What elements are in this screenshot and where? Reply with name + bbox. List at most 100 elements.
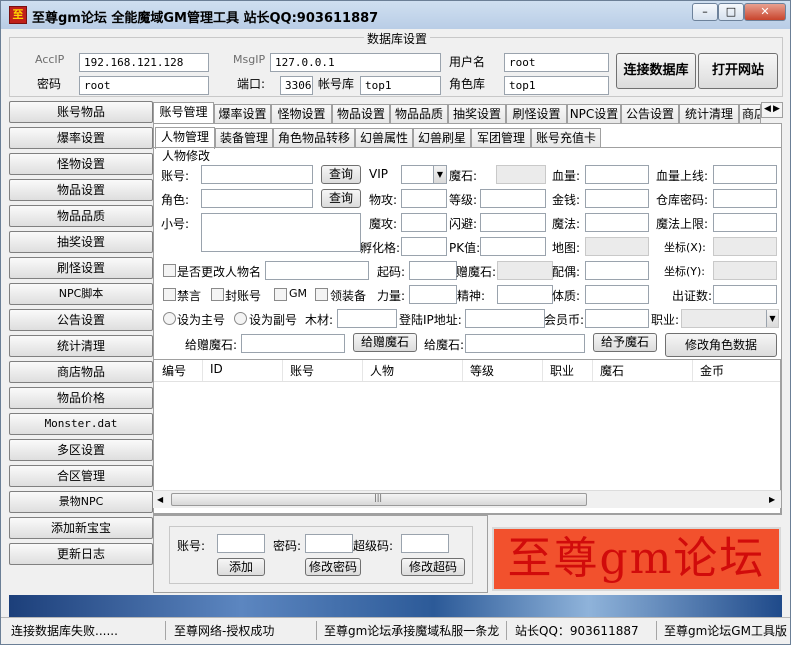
spirit-input[interactable] (497, 285, 553, 304)
sidebar-item-item-quality[interactable]: 物品品质 (9, 205, 153, 227)
tab-item-quality[interactable]: 物品品质 (390, 104, 448, 124)
give-gift-stone-input[interactable] (241, 334, 345, 353)
tab-shop-items[interactable]: 商店物品 (739, 104, 761, 124)
coord-y-input[interactable] (713, 261, 777, 280)
column-id-no[interactable]: 编号 (162, 362, 186, 379)
mana-input[interactable] (585, 213, 649, 232)
cert-count-input[interactable] (713, 285, 777, 304)
subtab-pet-attr[interactable]: 幻兽属性 (355, 128, 413, 148)
tab-monster[interactable]: 怪物设置 (271, 104, 332, 124)
maximize-button[interactable]: □ (718, 3, 744, 21)
sidebar-item-item-settings[interactable]: 物品设置 (9, 179, 153, 201)
sidebar-item-spawn[interactable]: 刷怪设置 (9, 257, 153, 279)
column-level[interactable]: 等级 (470, 362, 494, 379)
member-coin-input[interactable] (585, 309, 649, 328)
sidebar-item-shop-items[interactable]: 商店物品 (9, 361, 153, 383)
minimize-button[interactable]: – (692, 3, 718, 21)
strength-input[interactable] (409, 285, 457, 304)
column-account[interactable]: 账号 (290, 362, 314, 379)
scroll-right-icon[interactable]: ▶ (769, 495, 775, 504)
coord-x-input[interactable] (713, 237, 777, 256)
map-input[interactable] (585, 237, 649, 256)
modify-password-button[interactable]: 修改密码 (305, 558, 361, 576)
modify-character-button[interactable]: 修改角色数据 (665, 333, 777, 357)
column-character[interactable]: 人物 (370, 362, 394, 379)
new-name-input[interactable] (265, 261, 369, 280)
mana-max-input[interactable] (713, 213, 777, 232)
profession-select[interactable] (681, 309, 779, 328)
tab-stats-clean[interactable]: 统计清理 (679, 104, 739, 124)
ban-account-checkbox[interactable] (211, 288, 224, 301)
new-account-input[interactable] (217, 534, 265, 553)
sidebar-item-merge-zone[interactable]: 合区管理 (9, 465, 153, 487)
query-role-button[interactable]: 查询 (321, 189, 361, 208)
subtab-legion[interactable]: 军团管理 (471, 128, 531, 148)
sidebar-item-lottery[interactable]: 抽奖设置 (9, 231, 153, 253)
gm-checkbox[interactable] (274, 288, 287, 301)
accip-input[interactable]: 192.168.121.128 (79, 53, 209, 72)
get-equip-checkbox[interactable] (315, 288, 328, 301)
close-button[interactable]: ✕ (744, 3, 786, 21)
level-input[interactable] (480, 189, 546, 208)
query-account-button[interactable]: 查询 (321, 165, 361, 184)
sidebar-item-stats-clean[interactable]: 统计清理 (9, 335, 153, 357)
hatch-input[interactable] (401, 237, 447, 256)
alt-account-textarea[interactable] (201, 213, 361, 252)
tab-announcement[interactable]: 公告设置 (621, 104, 679, 124)
dodge-input[interactable] (480, 213, 546, 232)
hp-max-input[interactable] (713, 165, 777, 184)
tab-spawn[interactable]: 刷怪设置 (506, 104, 567, 124)
sidebar-item-add-pet[interactable]: 添加新宝宝 (9, 517, 153, 539)
mag-atk-input[interactable] (401, 213, 447, 232)
wood-input[interactable] (337, 309, 397, 328)
sidebar-item-announcement[interactable]: 公告设置 (9, 309, 153, 331)
magic-stone-input[interactable] (496, 165, 546, 184)
start-code-input[interactable] (409, 261, 457, 280)
tab-item-settings[interactable]: 物品设置 (332, 104, 390, 124)
tab-drop-rate[interactable]: 爆率设置 (214, 104, 271, 124)
username-input[interactable]: root (504, 53, 609, 72)
title-bar[interactable]: 至 至尊gm论坛 全能魔域GM管理工具 站长QQ:903611887 – □ ✕ (1, 1, 790, 29)
role-db-input[interactable]: top1 (504, 76, 609, 95)
subtab-item-transfer[interactable]: 角色物品转移 (273, 128, 355, 148)
constitution-input[interactable] (585, 285, 649, 304)
modify-super-code-button[interactable]: 修改超码 (401, 558, 465, 576)
subtab-pet-star[interactable]: 幻兽刷星 (413, 128, 471, 148)
tab-account-management[interactable]: 账号管理 (153, 102, 214, 124)
set-alt-radio[interactable] (234, 312, 247, 325)
table-horizontal-scrollbar[interactable]: ◀ ||| ▶ (153, 490, 781, 508)
sidebar-item-changelog[interactable]: 更新日志 (9, 543, 153, 565)
warehouse-pwd-input[interactable] (713, 189, 777, 208)
tab-scroll-right-icon[interactable]: ▶ (773, 104, 780, 114)
column-id[interactable]: ID (210, 362, 223, 376)
account-input[interactable] (201, 165, 313, 184)
tab-scroll-left-icon[interactable]: ◀ (764, 104, 771, 114)
port-input[interactable]: 3306 (280, 76, 313, 95)
vip-dropdown-icon[interactable]: ▼ (433, 166, 446, 183)
column-profession[interactable]: 职业 (550, 362, 574, 379)
tab-lottery[interactable]: 抽奖设置 (448, 104, 506, 124)
set-main-radio[interactable] (163, 312, 176, 325)
column-magic-stone[interactable]: 魔石 (600, 362, 624, 379)
new-password-input[interactable] (305, 534, 353, 553)
account-db-input[interactable]: top1 (360, 76, 441, 95)
connect-db-button[interactable]: 连接数据库 (616, 53, 696, 89)
change-name-checkbox[interactable] (163, 264, 176, 277)
subtab-character[interactable]: 人物管理 (155, 127, 215, 149)
sidebar-item-monster-dat[interactable]: Monster.dat (9, 413, 153, 435)
login-ip-input[interactable] (465, 309, 545, 328)
scroll-left-icon[interactable]: ◀ (157, 495, 163, 504)
ban-talk-checkbox[interactable] (163, 288, 176, 301)
sidebar-item-scene-npc[interactable]: 景物NPC (9, 491, 153, 513)
profession-dropdown-icon[interactable]: ▼ (766, 310, 778, 327)
hp-input[interactable] (585, 165, 649, 184)
tab-scroll-arrows[interactable]: ◀ ▶ (761, 102, 783, 118)
msgip-input[interactable]: 127.0.0.1 (270, 53, 441, 72)
subtab-recharge-card[interactable]: 账号充值卡 (531, 128, 601, 148)
mate-input[interactable] (585, 261, 649, 280)
phys-atk-input[interactable] (401, 189, 447, 208)
open-website-button[interactable]: 打开网站 (698, 53, 778, 89)
sidebar-item-drop-rate[interactable]: 爆率设置 (9, 127, 153, 149)
add-account-button[interactable]: 添加 (217, 558, 265, 576)
role-input[interactable] (201, 189, 313, 208)
